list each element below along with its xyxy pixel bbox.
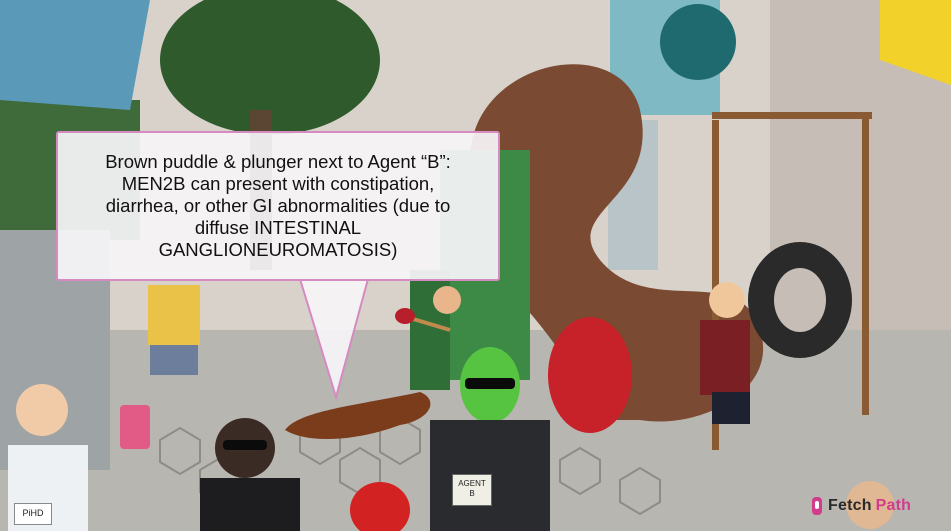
kid-jeans — [150, 345, 198, 375]
fetchpath-logo-icon — [812, 497, 822, 515]
annotation-callout: Brown puddle & plunger next to Agent “B”… — [56, 131, 500, 281]
plunger-cup — [395, 308, 415, 324]
boy-head — [709, 282, 745, 318]
kid-head — [433, 286, 461, 314]
scientist-head — [16, 384, 68, 436]
swing-frame-right — [862, 115, 869, 415]
pink-device — [120, 405, 150, 449]
agent-b-badge: AGENT B — [452, 474, 492, 506]
fetchpath-watermark: Fetch Path — [810, 492, 911, 520]
callout-text: Brown puddle & plunger next to Agent “B”… — [105, 151, 451, 260]
agent-suit — [200, 478, 300, 531]
phd-badge: PiHD — [14, 503, 52, 525]
kid-yellow-shirt — [148, 285, 200, 345]
watermark-text-fetch: Fetch — [828, 497, 872, 514]
boy-shirt — [700, 320, 750, 395]
tower-porthole — [660, 4, 736, 80]
swing-frame-top — [712, 112, 872, 119]
callout-pointer — [299, 279, 369, 401]
tube-opening — [548, 317, 632, 433]
watermark-text-path: Path — [875, 497, 912, 514]
tire-hole — [774, 268, 826, 332]
boy-shorts — [712, 392, 750, 424]
alien-sunglasses — [465, 378, 515, 389]
blue-canopy — [0, 0, 150, 110]
agent-sunglasses — [223, 440, 267, 450]
